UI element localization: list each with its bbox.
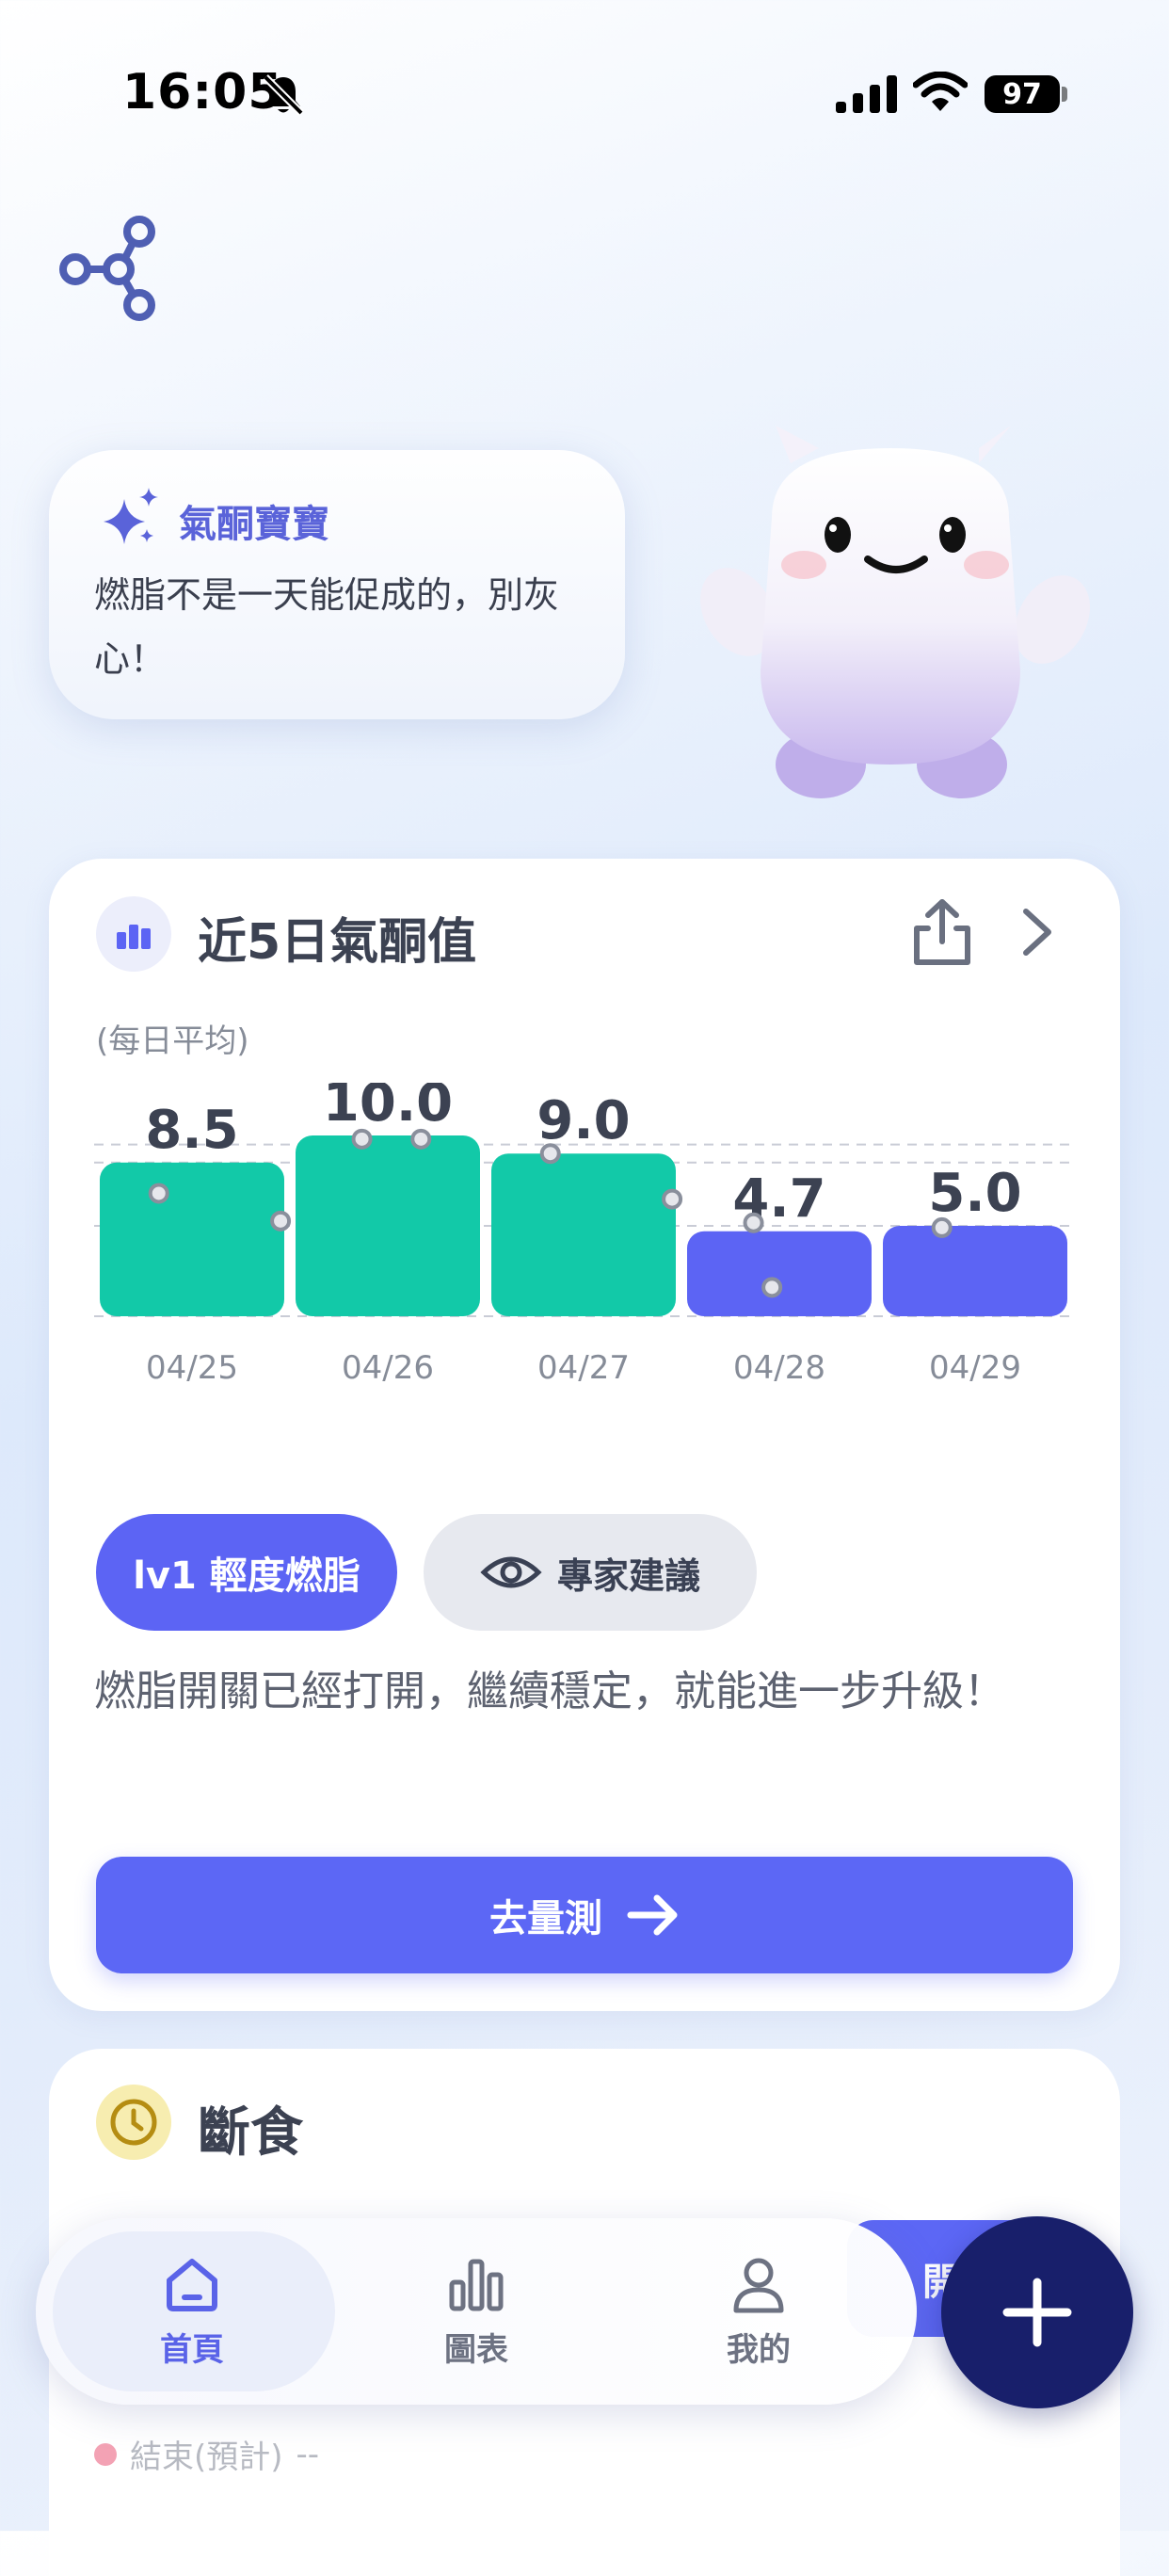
x-tick-label: 04/25 (146, 1349, 238, 1387)
chevron-right-icon[interactable] (1018, 906, 1056, 958)
share-upload-icon[interactable] (909, 896, 975, 968)
reading-point (931, 1216, 953, 1238)
x-tick-label: 04/26 (342, 1349, 434, 1387)
bar-chart-icon (449, 2259, 504, 2311)
bell-slash-icon (263, 74, 304, 116)
end-dot-icon (94, 2442, 117, 2466)
chart-bar (883, 1226, 1067, 1316)
clock-icon (96, 2085, 171, 2160)
expert-advice-button[interactable]: 專家建議 (424, 1514, 757, 1631)
chart-bar (100, 1162, 284, 1316)
expert-advice-label: 專家建議 (556, 1554, 700, 1597)
battery-icon: 97 (985, 75, 1060, 113)
bubble-message: 燃脂不是一天能促成的，別灰心！ (94, 574, 560, 680)
sparkle-icon (104, 488, 158, 544)
x-tick-label: 04/28 (733, 1349, 825, 1387)
reading-point (270, 1210, 292, 1232)
eye-icon (480, 1556, 542, 1588)
user-icon (733, 2258, 784, 2313)
reading-point (662, 1188, 683, 1210)
level-description: 燃脂開關已經打開，繼續穩定，就能進一步升級！ (94, 1667, 1005, 1715)
ketone-bar-chart: 8.504/2510.004/269.004/274.704/285.004/2… (94, 1083, 1069, 1387)
fasting-title: 斷食 (198, 2102, 303, 2164)
reading-point (539, 1143, 561, 1165)
ketone-card-title: 近5日氣酮值 (198, 914, 477, 971)
share-graph-icon[interactable] (56, 213, 160, 326)
ketone-card-subtitle: (每日平均) (96, 1022, 249, 1060)
level-badge-button[interactable]: lv1 輕度燃脂 (96, 1514, 397, 1631)
signal-icon (836, 75, 897, 113)
reading-point (351, 1128, 373, 1150)
bubble-title: 氣酮寶寶 (179, 503, 329, 546)
plus-icon (1002, 2278, 1072, 2347)
fasting-end-value: -- (296, 2435, 320, 2473)
reading-point (148, 1183, 169, 1204)
chart-bar (296, 1135, 480, 1316)
bar-value-label: 5.0 (928, 1163, 1021, 1224)
reading-point (410, 1128, 432, 1150)
battery-tip (1062, 87, 1067, 102)
nav-item-home[interactable]: 首頁 (98, 2254, 286, 2370)
x-tick-label: 04/27 (537, 1349, 630, 1387)
nav-profile-label: 我的 (727, 2331, 791, 2369)
x-tick-label: 04/29 (929, 1349, 1021, 1387)
go-measure-label: 去量測 (489, 1897, 602, 1940)
reading-point (743, 1212, 764, 1233)
bar-value-label: 8.5 (145, 1100, 238, 1161)
fasting-end-label: 結束(預計) (130, 2439, 283, 2476)
wifi-icon (913, 72, 968, 111)
fasting-end-row: 結束(預計) -- (94, 2431, 319, 2477)
bar-value-label: 9.0 (536, 1090, 630, 1151)
bar-value-label: 10.0 (323, 1083, 453, 1134)
go-measure-button[interactable]: 去量測 (96, 1857, 1073, 1973)
nav-item-profile[interactable]: 我的 (665, 2254, 853, 2370)
home-icon (167, 2259, 217, 2311)
nav-item-chart[interactable]: 圖表 (382, 2254, 570, 2370)
status-time: 16:05 (122, 64, 283, 121)
nav-home-label: 首頁 (160, 2331, 224, 2369)
arrow-right-icon (627, 1894, 678, 1936)
reading-point (761, 1277, 783, 1298)
chart-bar (491, 1153, 676, 1316)
chart-badge-icon (96, 896, 171, 972)
nav-chart-label: 圖表 (444, 2331, 508, 2369)
chart-bar (687, 1231, 872, 1316)
add-fab-button[interactable] (941, 2216, 1133, 2408)
mascot-illustration (700, 426, 1090, 798)
